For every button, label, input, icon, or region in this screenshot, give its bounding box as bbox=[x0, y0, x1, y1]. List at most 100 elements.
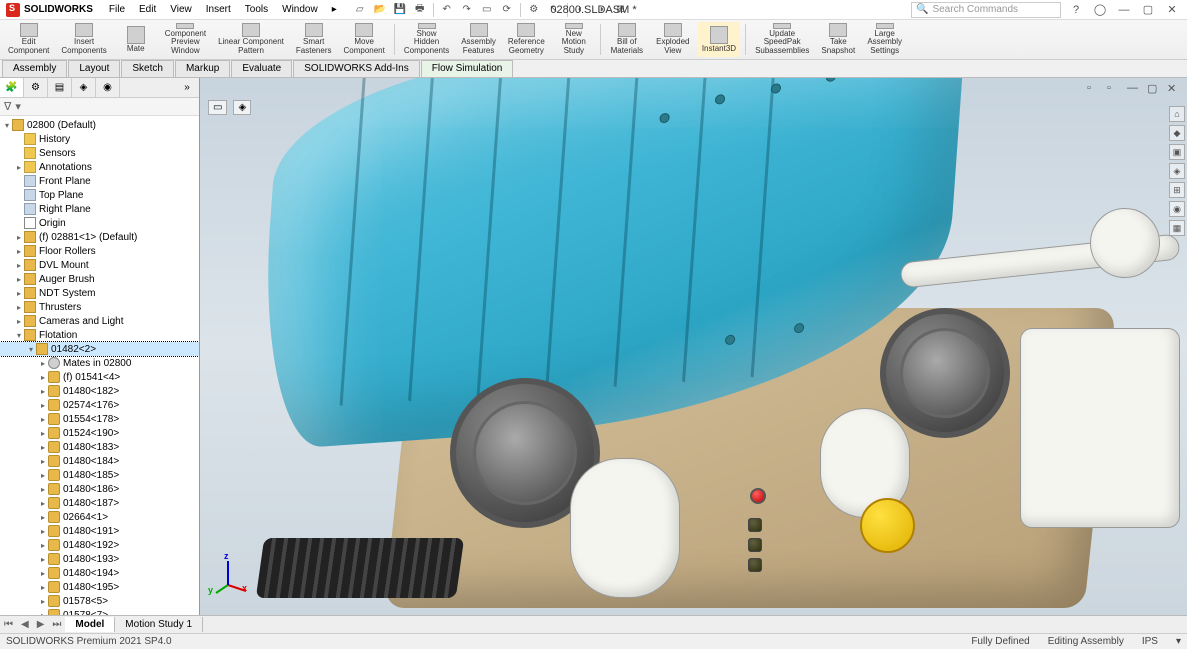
expand-toggle-icon[interactable]: ▸ bbox=[38, 555, 48, 564]
undo-icon[interactable]: ↶ bbox=[440, 3, 454, 17]
print-icon[interactable]: 🖶 bbox=[413, 3, 427, 17]
expand-toggle-icon[interactable]: ▸ bbox=[38, 443, 48, 452]
expand-toggle-icon[interactable]: ▸ bbox=[38, 401, 48, 410]
tree-item[interactable]: ▸01480<185> bbox=[0, 468, 199, 482]
open-icon[interactable]: 📂 bbox=[373, 3, 387, 17]
minimize-button[interactable]: — bbox=[1117, 3, 1131, 17]
expand-toggle-icon[interactable]: ▸ bbox=[38, 527, 48, 536]
tree-item[interactable]: ▸02664<1> bbox=[0, 510, 199, 524]
expand-toggle-icon[interactable]: ▸ bbox=[38, 541, 48, 550]
status-units[interactable]: IPS bbox=[1142, 636, 1158, 647]
menu-edit[interactable]: Edit bbox=[133, 2, 162, 17]
status-extra-icon[interactable]: ▾ bbox=[1176, 636, 1181, 647]
user-icon[interactable]: ◯ bbox=[1093, 3, 1107, 17]
tree-item[interactable]: ▸01480<184> bbox=[0, 454, 199, 468]
tab-solidworks-add-ins[interactable]: SOLIDWORKS Add-Ins bbox=[293, 60, 419, 77]
ribbon-button[interactable]: Bill ofMaterials bbox=[606, 22, 648, 57]
help-icon[interactable]: ? bbox=[1069, 3, 1083, 17]
expand-toggle-icon[interactable]: ▸ bbox=[38, 611, 48, 616]
tree-item[interactable]: ▸Cameras and Light bbox=[0, 314, 199, 328]
save-icon[interactable]: 💾 bbox=[393, 3, 407, 17]
tab-nav-next-icon[interactable]: ▶ bbox=[33, 619, 49, 630]
breadcrumb-icon[interactable]: ▭ bbox=[208, 100, 227, 115]
graphics-viewport[interactable]: ▭ ◈ ⤢ ⊡ ↶ ◫ ⬚ ◉ 👁 🎨 ⛅ ⚙ ▫ ▫ — ▢ ✕ ⌂ ◆ ▣ … bbox=[200, 78, 1187, 615]
tab-markup[interactable]: Markup bbox=[175, 60, 230, 77]
expand-toggle-icon[interactable]: ▾ bbox=[2, 121, 12, 130]
ribbon-button[interactable]: MoveComponent bbox=[339, 22, 388, 57]
tree-item[interactable]: Front Plane bbox=[0, 174, 199, 188]
ribbon-button[interactable]: UpdateSpeedPakSubassemblies bbox=[751, 22, 813, 57]
tree-item[interactable]: ▸01480<191> bbox=[0, 524, 199, 538]
tree-item[interactable]: ▸Mates in 02800 bbox=[0, 356, 199, 370]
select-icon[interactable]: ▭ bbox=[480, 3, 494, 17]
tree-item[interactable]: ▸01480<187> bbox=[0, 496, 199, 510]
expand-toggle-icon[interactable]: ▸ bbox=[38, 597, 48, 606]
tree-item[interactable]: ▸01480<194> bbox=[0, 566, 199, 580]
expand-toggle-icon[interactable]: ▸ bbox=[38, 499, 48, 508]
tab-nav-first-icon[interactable]: ⏮ bbox=[0, 619, 17, 630]
tree-root[interactable]: ▾ 02800 (Default) bbox=[0, 118, 199, 132]
tree-item[interactable]: ▸01578<7> bbox=[0, 608, 199, 615]
bottom-tab-motion-study-1[interactable]: Motion Study 1 bbox=[115, 617, 203, 632]
ribbon-button[interactable]: LargeAssemblySettings bbox=[863, 22, 906, 57]
tab-nav-last-icon[interactable]: ⏭ bbox=[48, 619, 65, 630]
tree-item[interactable]: ▸01480<183> bbox=[0, 440, 199, 454]
expand-toggle-icon[interactable]: ▸ bbox=[14, 303, 24, 312]
expand-toggle-icon[interactable]: ▾ bbox=[26, 345, 36, 354]
menu-tools[interactable]: Tools bbox=[239, 2, 274, 17]
expand-toggle-icon[interactable]: ▸ bbox=[38, 429, 48, 438]
tree-item[interactable]: Top Plane bbox=[0, 188, 199, 202]
expand-toggle-icon[interactable]: ▸ bbox=[14, 317, 24, 326]
ribbon-button[interactable]: InsertComponents bbox=[57, 22, 110, 57]
ribbon-button[interactable]: Mate bbox=[115, 22, 157, 57]
expand-toggle-icon[interactable]: ▸ bbox=[38, 457, 48, 466]
tab-flow-simulation[interactable]: Flow Simulation bbox=[421, 60, 514, 77]
options-icon[interactable]: ⚙ bbox=[527, 3, 541, 17]
tree-item[interactable]: ▸01480<193> bbox=[0, 552, 199, 566]
tree-item[interactable]: ▸01480<182> bbox=[0, 384, 199, 398]
panel-overflow-icon[interactable]: » bbox=[175, 78, 199, 97]
expand-toggle-icon[interactable]: ▸ bbox=[38, 415, 48, 424]
menu-insert[interactable]: Insert bbox=[200, 2, 237, 17]
property-manager-tab-icon[interactable]: ⚙ bbox=[24, 78, 48, 97]
tree-item[interactable]: ▸01480<195> bbox=[0, 580, 199, 594]
tree-item[interactable]: History bbox=[0, 132, 199, 146]
tree-item[interactable]: ▾Flotation bbox=[0, 328, 199, 342]
ribbon-button[interactable]: TakeSnapshot bbox=[817, 22, 859, 57]
tree-item[interactable]: ▸Auger Brush bbox=[0, 272, 199, 286]
expand-toggle-icon[interactable]: ▸ bbox=[14, 289, 24, 298]
tree-item[interactable]: ▸01554<178> bbox=[0, 412, 199, 426]
tab-sketch[interactable]: Sketch bbox=[121, 60, 174, 77]
tree-item[interactable]: Right Plane bbox=[0, 202, 199, 216]
expand-toggle-icon[interactable]: ▸ bbox=[38, 387, 48, 396]
expand-toggle-icon[interactable]: ▸ bbox=[14, 233, 24, 242]
restore-button[interactable]: ▢ bbox=[1141, 3, 1155, 17]
tree-item[interactable]: Origin bbox=[0, 216, 199, 230]
ribbon-button[interactable]: ExplodedView bbox=[652, 22, 694, 57]
tree-item[interactable]: ▸01524<190> bbox=[0, 426, 199, 440]
tree-item[interactable]: ▸01480<192> bbox=[0, 538, 199, 552]
expand-toggle-icon[interactable]: ▸ bbox=[38, 359, 48, 368]
expand-toggle-icon[interactable]: ▸ bbox=[38, 373, 48, 382]
breadcrumb-icon[interactable]: ◈ bbox=[233, 100, 251, 115]
expand-toggle-icon[interactable]: ▸ bbox=[38, 513, 48, 522]
ribbon-button[interactable]: AssemblyFeatures bbox=[457, 22, 500, 57]
tab-evaluate[interactable]: Evaluate bbox=[231, 60, 292, 77]
ribbon-button[interactable]: SmartFasteners bbox=[292, 22, 336, 57]
dimxpert-tab-icon[interactable]: ◈ bbox=[72, 78, 96, 97]
tree-item[interactable]: ▾01482<2> bbox=[0, 342, 199, 356]
configuration-tab-icon[interactable]: ▤ bbox=[48, 78, 72, 97]
ribbon-button[interactable]: NewMotionStudy bbox=[553, 22, 595, 57]
close-button[interactable]: ✕ bbox=[1165, 3, 1179, 17]
tree-item[interactable]: ▸Floor Rollers bbox=[0, 244, 199, 258]
display-tab-icon[interactable]: ◉ bbox=[96, 78, 120, 97]
ribbon-button[interactable]: ReferenceGeometry bbox=[504, 22, 549, 57]
new-icon[interactable]: ▱ bbox=[353, 3, 367, 17]
tree-item[interactable]: Sensors bbox=[0, 146, 199, 160]
tree-item[interactable]: ▸DVL Mount bbox=[0, 258, 199, 272]
ribbon-button[interactable]: EditComponent bbox=[4, 22, 53, 57]
tree-item[interactable]: ▸Thrusters bbox=[0, 300, 199, 314]
ribbon-button[interactable]: Linear ComponentPattern bbox=[214, 22, 288, 57]
expand-toggle-icon[interactable]: ▸ bbox=[38, 471, 48, 480]
expand-toggle-icon[interactable]: ▾ bbox=[14, 331, 24, 340]
